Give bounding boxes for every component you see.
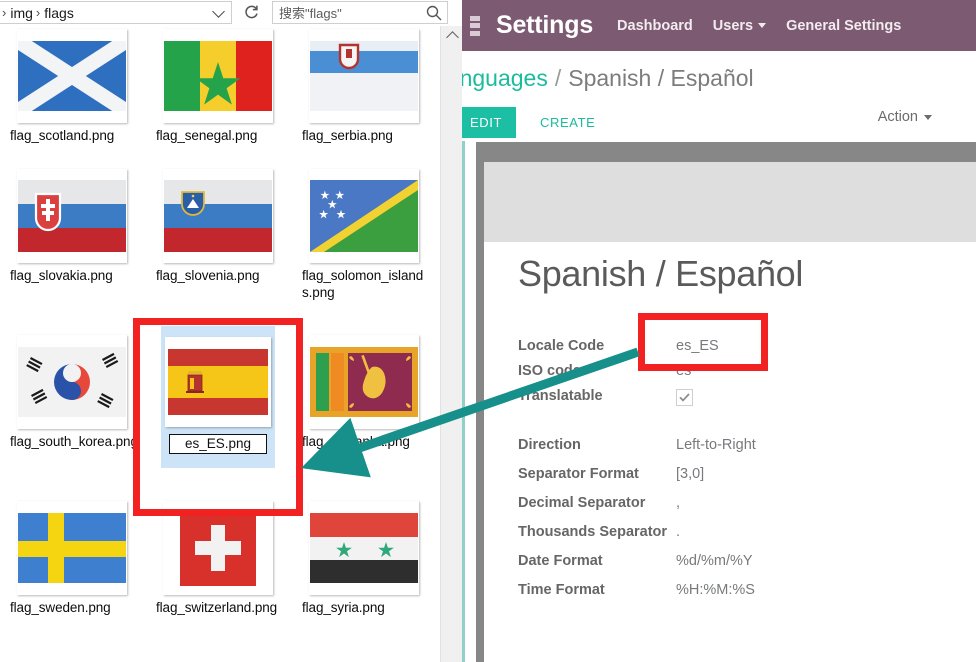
file-thumbnail: [308, 26, 420, 126]
field-row-translatable: Translatable: [518, 388, 948, 413]
chevron-down-icon: [924, 115, 932, 120]
edit-button[interactable]: EDIT: [462, 107, 516, 138]
nav-label: Dashboard: [617, 18, 693, 34]
file-item[interactable]: flag_sri_lanka.png: [294, 332, 434, 450]
breadcrumb-segment-flags[interactable]: flags: [43, 5, 75, 21]
control-panel: Languages / Spanish / Español EDIT CREAT…: [462, 51, 976, 141]
file-thumbnail: [16, 498, 128, 598]
field-label: Thousands Separator: [518, 524, 676, 540]
sheet-left-band: [476, 142, 484, 662]
file-thumbnail: [162, 26, 274, 126]
file-name: flag_slovenia.png: [148, 266, 288, 284]
nav-item-general-settings[interactable]: General Settings: [786, 18, 901, 34]
file-item[interactable]: flag_slovenia.png: [148, 166, 288, 284]
chevron-up-icon[interactable]: [441, 26, 462, 46]
field-row-separator-format: Separator Format [3,0]: [518, 466, 948, 495]
file-thumbnail: [16, 166, 128, 266]
file-name: flag_switzerland.png: [148, 598, 288, 616]
file-name: flag_senegal.png: [148, 126, 288, 144]
file-name: flag_serbia.png: [294, 126, 434, 144]
file-name: flag_syria.png: [294, 598, 434, 616]
field-label: Separator Format: [518, 466, 676, 482]
file-item[interactable]: flag_syria.png: [294, 498, 434, 616]
odoo-navbar: Settings Dashboard Users General Setting…: [462, 0, 976, 51]
file-thumbnail: [308, 166, 420, 266]
file-thumbnail: [162, 166, 274, 266]
app-brand-title: Settings: [496, 11, 593, 40]
field-value-separator-format[interactable]: [3,0]: [676, 466, 704, 482]
file-item[interactable]: flag_slovakia.png: [2, 166, 142, 284]
refresh-icon[interactable]: [238, 1, 264, 24]
field-value-decimal-separator[interactable]: ,: [676, 495, 680, 511]
field-row-date-format: Date Format %d/%m/%Y: [518, 553, 948, 582]
chevron-down-icon[interactable]: [211, 6, 225, 20]
field-label: Date Format: [518, 553, 676, 569]
file-item[interactable]: flag_scotland.png: [2, 26, 142, 144]
field-row-time-format: Time Format %H:%M:%S: [518, 582, 948, 611]
search-placeholder: 搜索"flags": [279, 3, 424, 22]
highlight-box-locale-code: [638, 313, 768, 371]
action-dropdown-button[interactable]: Action: [878, 109, 932, 125]
file-name: flag_scotland.png: [2, 126, 142, 144]
field-value-time-format[interactable]: %H:%M:%S: [676, 582, 755, 598]
record-fields: Locale Code es_ES ISO code es Translatab…: [518, 338, 948, 611]
breadcrumb-separator-1: ›: [36, 6, 40, 19]
file-name: flag_sweden.png: [2, 598, 142, 616]
sheet-top-band: [476, 142, 976, 162]
field-label: Translatable: [518, 388, 676, 404]
field-label: Direction: [518, 437, 676, 453]
field-label: Decimal Separator: [518, 495, 676, 511]
field-row-direction: Direction Left-to-Right: [518, 437, 948, 466]
record-title: Spanish / Español: [518, 253, 803, 295]
field-group-spacer: [518, 413, 948, 437]
create-button[interactable]: CREATE: [526, 107, 609, 138]
file-item[interactable]: flag_serbia.png: [294, 26, 434, 144]
breadcrumb-separator: /: [555, 65, 561, 92]
breadcrumb-current: Spanish / Español: [568, 65, 753, 92]
record-action-buttons: EDIT CREATE: [462, 107, 609, 138]
field-value-translatable[interactable]: [676, 388, 693, 406]
file-thumbnail: [308, 332, 420, 432]
sheet-header-area: [484, 162, 976, 242]
nav-item-users[interactable]: Users: [713, 18, 766, 34]
file-thumbnail: [16, 332, 128, 432]
search-icon[interactable]: [424, 3, 444, 23]
nav-item-dashboard[interactable]: Dashboard: [617, 18, 693, 34]
field-label: Time Format: [518, 582, 676, 598]
file-thumbnail: [16, 26, 128, 126]
file-name: flag_solomon_islands.png: [294, 266, 434, 301]
file-item[interactable]: flag_sweden.png: [2, 498, 142, 616]
breadcrumb-separator-0: ›: [2, 6, 6, 19]
explorer-toolbar: › img › flags 搜索"flags": [0, 0, 462, 26]
breadcrumb: Languages / Spanish / Español: [462, 65, 754, 92]
file-name: flag_sri_lanka.png: [294, 432, 434, 450]
file-item[interactable]: flag_senegal.png: [148, 26, 288, 144]
field-value-direction[interactable]: Left-to-Right: [676, 437, 756, 453]
chevron-down-icon: [758, 23, 766, 28]
address-bar[interactable]: › img › flags: [0, 1, 232, 24]
highlight-box-selected-file: [133, 318, 303, 516]
vertical-scrollbar[interactable]: [440, 26, 462, 662]
field-row-thousands-separator: Thousands Separator .: [518, 524, 948, 553]
field-value-date-format[interactable]: %d/%m/%Y: [676, 553, 753, 569]
navbar-links: Dashboard Users General Settings: [617, 18, 901, 34]
nav-label: Users: [713, 18, 753, 34]
action-label: Action: [878, 109, 918, 125]
checkbox-checked-icon[interactable]: [676, 389, 693, 406]
breadcrumb-segment-img[interactable]: img: [9, 5, 34, 21]
file-item[interactable]: flag_south_korea.png: [2, 332, 142, 450]
file-name: flag_south_korea.png: [2, 432, 142, 450]
file-name: flag_slovakia.png: [2, 266, 142, 284]
file-thumbnail: [308, 498, 420, 598]
apps-grid-icon[interactable]: [470, 16, 480, 36]
search-input[interactable]: 搜索"flags": [272, 1, 448, 24]
field-row-decimal-separator: Decimal Separator ,: [518, 495, 948, 524]
field-value-thousands-separator[interactable]: .: [676, 524, 680, 540]
nav-label: General Settings: [786, 18, 901, 34]
breadcrumb-parent-link[interactable]: Languages: [462, 65, 548, 92]
record-form-sheet: Spanish / Español Locale Code es_ES ISO …: [484, 242, 976, 662]
screenshot-root: › img › flags 搜索"flags": [0, 0, 976, 662]
file-item[interactable]: flag_solomon_islands.png: [294, 166, 434, 301]
